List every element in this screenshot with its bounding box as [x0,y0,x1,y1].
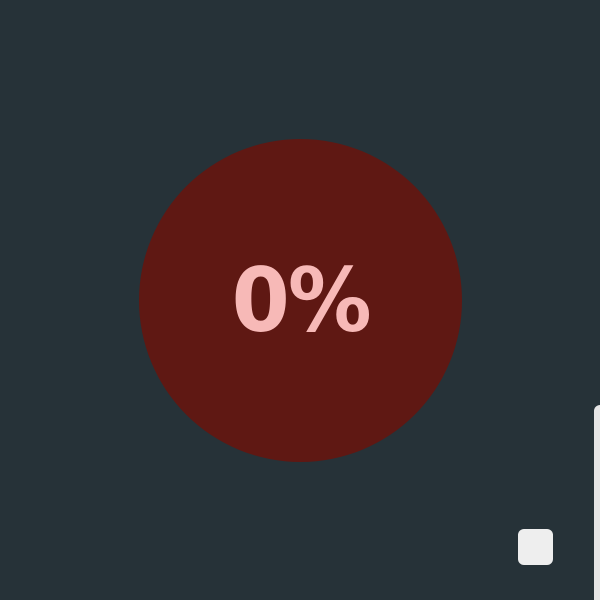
stage: 0% [0,0,600,600]
corner-square-button[interactable] [518,529,553,565]
progress-percentage: 0% [231,248,371,352]
progress-circle: 0% [139,139,462,462]
side-panel-edge [594,405,600,600]
